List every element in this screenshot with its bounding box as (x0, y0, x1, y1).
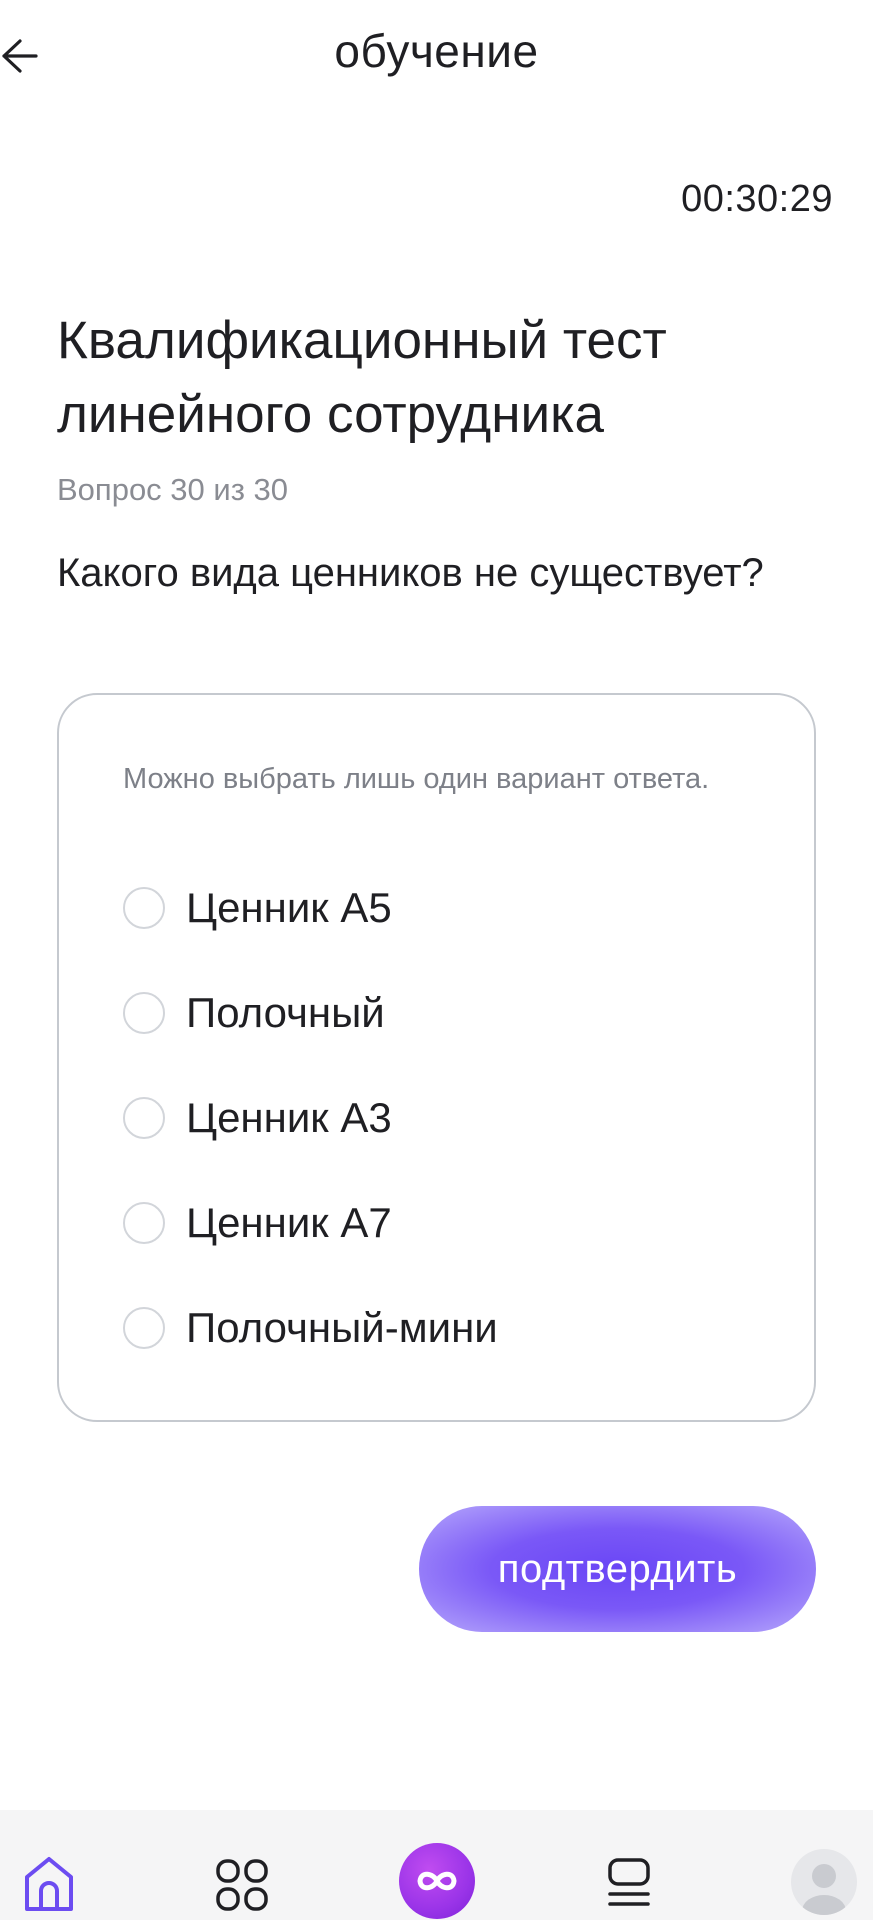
nav-catalog[interactable] (207, 1810, 277, 1920)
grid-icon (216, 1859, 268, 1911)
answer-option[interactable]: Ценник А7 (123, 1170, 763, 1275)
answer-option[interactable]: Ценник А3 (123, 1065, 763, 1170)
option-label: Ценник А5 (186, 883, 392, 931)
nav-center[interactable] (398, 1810, 476, 1920)
list-icon (608, 1858, 650, 1906)
page-title: обучение (334, 25, 539, 77)
confirm-button[interactable]: подтвердить (419, 1506, 816, 1632)
radio-button[interactable] (123, 991, 165, 1034)
home-icon (25, 1857, 73, 1911)
infinity-icon (417, 1871, 457, 1891)
radio-button[interactable] (123, 1201, 165, 1244)
nav-feed[interactable] (594, 1810, 664, 1920)
answer-hint: Можно выбрать лишь один вариант ответа. (123, 763, 710, 795)
option-label: Ценник А7 (186, 1198, 392, 1246)
option-label: Ценник А3 (186, 1093, 392, 1141)
answer-card: Можно выбрать лишь один вариант ответа. … (57, 693, 816, 1422)
avatar-icon (802, 1864, 846, 1915)
answer-options: Ценник А5 Полочный Ценник А3 Ценник А7 П… (123, 855, 763, 1380)
radio-button[interactable] (123, 886, 165, 929)
option-label: Полочный (186, 988, 385, 1036)
answer-option[interactable]: Ценник А5 (123, 855, 763, 960)
nav-home[interactable] (14, 1810, 84, 1920)
option-label: Полочный-мини (186, 1303, 498, 1351)
question-counter: Вопрос 30 из 30 (57, 472, 289, 507)
test-title: Квалификационный тест линейного сотрудни… (57, 311, 667, 444)
timer: 00:30:29 (681, 178, 833, 220)
nav-profile[interactable] (786, 1810, 862, 1920)
answer-option[interactable]: Полочный-мини (123, 1275, 763, 1380)
bottom-nav (0, 1810, 873, 1920)
question-text: Какого вида ценников не существует? (57, 551, 764, 595)
center-nav-button (399, 1843, 475, 1919)
radio-button[interactable] (123, 1096, 165, 1139)
avatar (791, 1849, 857, 1915)
radio-button[interactable] (123, 1306, 165, 1349)
header: обучение (0, 0, 873, 112)
answer-option[interactable]: Полочный (123, 960, 763, 1065)
